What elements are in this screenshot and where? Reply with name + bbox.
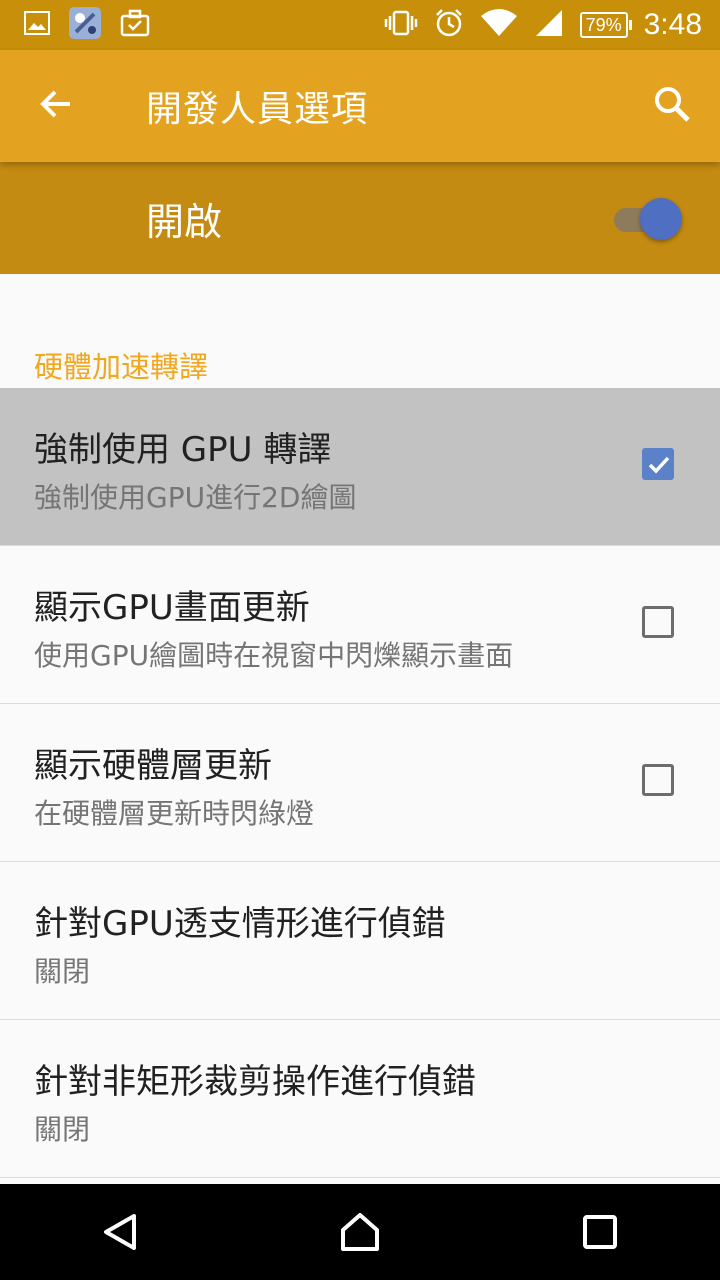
page-title: 開發人員選項 [146, 89, 369, 130]
pref-summary: 關閉 [34, 955, 91, 988]
nav-home-button[interactable] [300, 1184, 420, 1280]
checkbox-unchecked[interactable] [642, 606, 674, 638]
preference-list: 強制使用 GPU 轉譯 強制使用GPU進行2D繪圖 顯示GPU畫面更新 使用GP… [0, 388, 720, 1178]
back-triangle-icon [104, 1214, 136, 1250]
check-icon [648, 456, 670, 474]
arrow-left-icon [38, 86, 74, 126]
pref-title: 針對GPU透支情形進行偵錯 [34, 904, 446, 944]
search-button[interactable] [624, 50, 720, 162]
alarm-icon [434, 8, 464, 42]
pref-summary: 關閉 [34, 1113, 91, 1146]
pref-debug-gpu-overdraw[interactable]: 針對GPU透支情形進行偵錯 關閉 [0, 862, 720, 1020]
wifi-icon [480, 8, 518, 42]
pref-show-gpu-view-updates[interactable]: 顯示GPU畫面更新 使用GPU繪圖時在視窗中閃爍顯示畫面 [0, 546, 720, 704]
home-icon [341, 1213, 379, 1251]
toggle-thumb [640, 198, 682, 240]
status-bar: 79% 3:48 [0, 0, 720, 50]
pref-debug-non-rect-clip[interactable]: 針對非矩形裁剪操作進行偵錯 關閉 [0, 1020, 720, 1178]
section-header: 硬體加速轉譯 [34, 350, 209, 384]
pref-title: 顯示硬體層更新 [34, 746, 272, 786]
master-switch-label: 開啟 [146, 199, 223, 244]
pref-summary: 在硬體層更新時閃綠燈 [34, 797, 315, 830]
recents-icon [583, 1215, 617, 1249]
master-toggle[interactable] [614, 198, 682, 240]
battery-icon: 79% [579, 12, 632, 38]
pref-force-gpu-rendering[interactable]: 強制使用 GPU 轉譯 強制使用GPU進行2D繪圖 [0, 388, 720, 546]
master-switch-bar[interactable]: 開啟 [0, 162, 720, 274]
image-icon [24, 11, 50, 39]
game-icon [68, 6, 102, 44]
briefcase-check-icon [120, 9, 150, 41]
pref-title: 顯示GPU畫面更新 [34, 588, 310, 628]
checkbox-unchecked[interactable] [642, 764, 674, 796]
nav-recents-button[interactable] [540, 1184, 660, 1280]
pref-title: 強制使用 GPU 轉譯 [34, 430, 332, 470]
vibrate-icon [384, 10, 418, 40]
back-button[interactable] [0, 50, 112, 162]
checkbox-checked[interactable] [642, 448, 674, 480]
clock: 3:48 [643, 8, 702, 41]
app-bar: 開發人員選項 [0, 50, 720, 162]
pref-summary: 使用GPU繪圖時在視窗中閃爍顯示畫面 [34, 639, 514, 672]
pref-summary: 強制使用GPU進行2D繪圖 [34, 481, 357, 514]
nav-back-button[interactable] [60, 1184, 180, 1280]
navigation-bar [0, 1184, 720, 1280]
search-icon [653, 85, 691, 127]
pref-title: 針對非矩形裁剪操作進行偵錯 [34, 1062, 476, 1102]
signal-icon [534, 8, 564, 42]
pref-show-hw-layer-updates[interactable]: 顯示硬體層更新 在硬體層更新時閃綠燈 [0, 704, 720, 862]
